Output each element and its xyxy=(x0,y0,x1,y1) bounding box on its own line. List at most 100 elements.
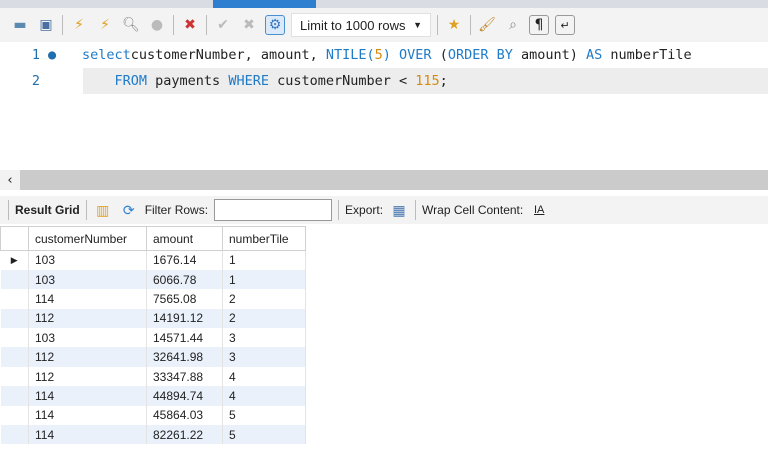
cell-numberTile[interactable]: 4 xyxy=(222,366,306,387)
table-row[interactable]: 114 7565.08 2 xyxy=(0,289,306,309)
cell-numberTile[interactable]: 2 xyxy=(222,308,306,329)
add-snippet-icon[interactable]: ★ xyxy=(444,15,464,35)
current-row-icon[interactable]: ▶ xyxy=(0,250,29,270)
row-indicator[interactable] xyxy=(0,269,29,290)
execute-icon[interactable]: ⚡ xyxy=(69,15,89,35)
table-row[interactable]: 114 82261.22 5 xyxy=(0,425,306,445)
code-token: NTILE( xyxy=(325,47,375,63)
separator xyxy=(62,15,63,35)
cell-amount[interactable]: 44894.74 xyxy=(146,386,223,406)
cell-amount[interactable]: 7565.08 xyxy=(146,289,223,309)
code-token: 5 xyxy=(374,47,383,63)
row-indicator[interactable] xyxy=(0,405,29,426)
separator xyxy=(470,15,471,35)
sql-toolbar: ▬ ▣ ⚡ ⚡ 🔍︎ ● ✖ ✔ ✖ ⚙ Limit to 1000 rows ▼… xyxy=(0,8,768,42)
cell-amount[interactable]: 14571.44 xyxy=(146,328,223,348)
cell-numberTile[interactable]: 5 xyxy=(222,405,306,426)
code-token: select xyxy=(82,47,131,63)
table-row[interactable]: ▶ 103 1676.14 1 xyxy=(0,250,306,270)
wrap-cell-icon[interactable]: IA xyxy=(529,200,549,220)
cell-amount[interactable]: 33347.88 xyxy=(146,366,223,387)
cell-numberTile[interactable]: 4 xyxy=(222,386,306,406)
cell-amount[interactable]: 32641.98 xyxy=(146,347,223,367)
result-grid[interactable]: customerNumber amount numberTile ▶ 103 167… xyxy=(0,226,306,445)
find-icon[interactable]: ⌕ xyxy=(503,15,523,35)
autocommit-icon[interactable]: ⚙ xyxy=(265,15,285,35)
row-indicator[interactable] xyxy=(0,328,29,348)
chevron-down-icon: ▼ xyxy=(413,20,422,30)
code-token: payments xyxy=(147,73,229,89)
cell-amount[interactable]: 1676.14 xyxy=(146,250,223,270)
cell-numberTile[interactable]: 3 xyxy=(222,347,306,367)
explain-icon[interactable]: 🔍︎ xyxy=(121,15,141,35)
row-indicator[interactable] xyxy=(0,425,29,445)
cell-customerNumber[interactable]: 114 xyxy=(28,289,147,309)
row-indicator[interactable] xyxy=(0,347,29,367)
cell-customerNumber[interactable]: 114 xyxy=(28,425,147,445)
statement-marker-icon: ● xyxy=(48,47,57,63)
horizontal-scrollbar[interactable]: ‹ xyxy=(0,170,768,190)
table-row[interactable]: 103 14571.44 3 xyxy=(0,328,306,348)
stop-icon[interactable]: ● xyxy=(147,15,167,35)
table-row[interactable]: 112 14191.12 2 xyxy=(0,308,306,329)
cell-customerNumber[interactable]: 112 xyxy=(28,308,147,329)
row-indicator[interactable] xyxy=(0,366,29,387)
cell-customerNumber[interactable]: 103 xyxy=(28,250,147,270)
code-token: ; xyxy=(439,73,448,89)
table-row[interactable]: 114 44894.74 4 xyxy=(0,386,306,406)
open-folder-icon[interactable]: ▬ xyxy=(10,15,30,35)
separator xyxy=(415,200,417,220)
filter-rows-input[interactable] xyxy=(214,199,333,221)
cell-numberTile[interactable]: 1 xyxy=(222,269,306,290)
chevron-left-icon[interactable]: ‹ xyxy=(0,170,20,190)
cell-amount[interactable]: 14191.12 xyxy=(146,308,223,329)
column-header-customerNumber[interactable]: customerNumber xyxy=(28,226,147,251)
table-row[interactable]: 103 6066.78 1 xyxy=(0,269,306,290)
column-header-amount[interactable]: amount xyxy=(146,226,223,251)
cell-customerNumber[interactable]: 103 xyxy=(28,269,147,290)
limit-rows-select[interactable]: Limit to 1000 rows ▼ xyxy=(291,13,431,37)
toggle-error-icon[interactable]: ✖ xyxy=(180,15,200,35)
execute-current-icon[interactable]: ⚡ xyxy=(95,15,115,35)
cell-customerNumber[interactable]: 112 xyxy=(28,366,147,387)
row-indicator[interactable] xyxy=(0,289,29,309)
code-token: AS xyxy=(586,47,603,63)
code-token: WHERE xyxy=(228,73,269,89)
cell-customerNumber[interactable]: 114 xyxy=(28,405,147,426)
save-icon[interactable]: ▣ xyxy=(36,15,56,35)
code-token: ( xyxy=(431,47,448,63)
cell-amount[interactable]: 6066.78 xyxy=(146,269,223,290)
table-row[interactable]: 112 32641.98 3 xyxy=(0,347,306,367)
cell-customerNumber[interactable]: 114 xyxy=(28,386,147,406)
sql-editor[interactable]: 1 ● selectcustomerNumber, amount, NTILE(… xyxy=(0,42,768,170)
export-icon[interactable]: ▦ xyxy=(389,200,409,220)
cell-customerNumber[interactable]: 103 xyxy=(28,328,147,348)
cell-amount[interactable]: 45864.03 xyxy=(146,405,223,426)
code-token: ) OVER xyxy=(382,47,432,63)
table-row[interactable]: 112 33347.88 4 xyxy=(0,366,306,387)
cell-numberTile[interactable]: 5 xyxy=(222,425,306,445)
cell-customerNumber[interactable]: 112 xyxy=(28,347,147,367)
invisible-chars-icon[interactable]: ¶ xyxy=(529,15,549,35)
beautify-icon[interactable]: 🖌︎ xyxy=(477,15,497,35)
word-wrap-icon[interactable]: ↵ xyxy=(555,15,575,35)
tab-bar xyxy=(0,0,768,8)
cell-numberTile[interactable]: 2 xyxy=(222,289,306,309)
refresh-icon[interactable]: ⟳ xyxy=(119,200,139,220)
tab-active[interactable] xyxy=(213,0,316,8)
column-header-numberTile[interactable]: numberTile xyxy=(222,226,306,251)
result-grid-tab[interactable]: Result Grid xyxy=(15,203,80,217)
filter-rows-label: Filter Rows: xyxy=(144,203,209,217)
grid-layout-icon[interactable]: ▥ xyxy=(93,200,113,220)
cell-numberTile[interactable]: 3 xyxy=(222,328,306,348)
cell-numberTile[interactable]: 1 xyxy=(222,250,306,270)
separator xyxy=(338,200,340,220)
row-indicator[interactable] xyxy=(0,308,29,329)
cell-amount[interactable]: 82261.22 xyxy=(146,425,223,445)
code-token: ORDER BY xyxy=(447,47,513,63)
commit-icon[interactable]: ✔ xyxy=(213,15,233,35)
table-row[interactable]: 114 45864.03 5 xyxy=(0,405,306,426)
rollback-icon[interactable]: ✖ xyxy=(239,15,259,35)
row-indicator[interactable] xyxy=(0,386,29,406)
